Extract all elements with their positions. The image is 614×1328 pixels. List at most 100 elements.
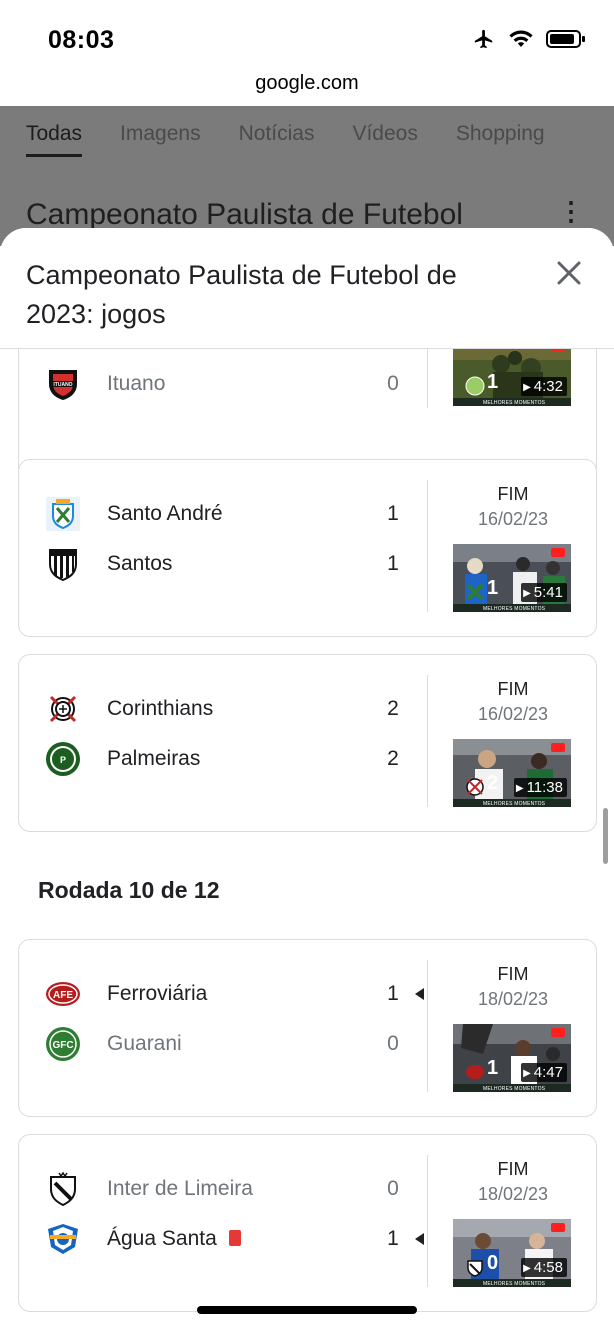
team-name: Água Santa <box>107 1227 241 1251</box>
ituano-logo: ITUANO <box>49 370 77 400</box>
match-card-corinthians-palmeiras[interactable]: Corinthians 2 P Palmeiras 2 FIM 16/02/23 <box>18 654 597 832</box>
video-caption-strip: MELHORES MOMENTOS <box>453 398 571 406</box>
match-card-santo-andre-santos[interactable]: Santo André 1 Santos 1 FIM 16/02/23 1 ▶ … <box>18 459 597 637</box>
youtube-icon <box>551 743 565 752</box>
status-icons <box>472 28 586 50</box>
agua-santa-logo <box>48 1224 78 1254</box>
team-mini-logo <box>466 583 484 601</box>
play-icon: ▶ <box>523 1263 531 1274</box>
video-caption-strip: MELHORES MOMENTOS <box>453 799 571 807</box>
video-duration: ▶ 4:47 <box>521 1063 567 1082</box>
red-card-icon <box>228 1230 241 1246</box>
guarani-logo: GFC <box>46 1027 80 1061</box>
video-thumbnail[interactable]: 1 ▶ 4:47 MELHORES MOMENTOS <box>453 1024 571 1092</box>
team-score: 0 <box>387 372 399 395</box>
ferroviaria-logo: AFE <box>46 982 80 1006</box>
match-card-ferroviaria-guarani[interactable]: AFE Ferroviária 1 GFC Guarani 0 FIM 18/0… <box>18 939 597 1117</box>
svg-text:P: P <box>60 755 66 765</box>
team-mini-logo <box>466 1065 484 1079</box>
match-date: 18/02/23 <box>477 989 549 1009</box>
team-score: 0 <box>387 1177 399 1200</box>
winner-indicator-icon <box>415 1233 424 1245</box>
video-caption-strip: MELHORES MOMENTOS <box>453 1279 571 1287</box>
youtube-icon <box>551 349 565 351</box>
team-name: Santo André <box>107 502 223 525</box>
team-row: AFE Ferroviária 1 <box>19 969 429 1019</box>
video-duration: ▶ 5:41 <box>521 583 567 602</box>
team-name: Ferroviária <box>107 982 208 1005</box>
wifi-icon <box>509 30 533 47</box>
team-score: 2 <box>387 697 399 720</box>
matches-list: ITUANO Ituano 0 1 ▶ 4:32 MELHORES MOMENT… <box>0 349 614 1328</box>
team-name: Santos <box>107 552 173 575</box>
team-name: Corinthians <box>107 697 214 720</box>
team-name: Inter de Limeira <box>107 1177 253 1200</box>
tab-noticias[interactable]: Notícias <box>239 122 315 157</box>
tab-videos[interactable]: Vídeos <box>352 122 417 157</box>
status-bar: 08:03 google.com <box>0 0 614 94</box>
youtube-icon <box>551 548 565 557</box>
match-card-inter-limeira-agua-santa[interactable]: Inter de Limeira 0 Água Santa 1 FIM 18/0… <box>18 1134 597 1312</box>
team-row: ITUANO Ituano 0 <box>19 359 429 409</box>
team-row: Inter de Limeira 0 <box>19 1164 429 1214</box>
more-options-icon[interactable]: ⋮ <box>558 198 584 224</box>
close-icon[interactable] <box>554 258 584 288</box>
round-heading: Rodada 10 de 12 <box>38 877 220 903</box>
scrollbar-thumb[interactable] <box>603 808 608 864</box>
corinthians-logo <box>49 695 77 723</box>
team-score: 2 <box>387 747 399 770</box>
airplane-icon <box>474 29 493 49</box>
url-bar[interactable]: google.com <box>0 72 614 95</box>
video-thumbnail[interactable]: 0 ▶ 4:58 MELHORES MOMENTOS <box>453 1219 571 1287</box>
search-tabs: Todas Imagens Notícias Vídeos Shopping <box>26 122 545 157</box>
team-row: Corinthians 2 <box>19 684 429 734</box>
youtube-icon <box>551 1223 565 1232</box>
tab-shopping[interactable]: Shopping <box>456 122 545 157</box>
divider <box>427 349 428 408</box>
tab-imagens[interactable]: Imagens <box>120 122 201 157</box>
video-score: 1 <box>487 1057 499 1079</box>
team-name: Ituano <box>107 372 166 395</box>
tab-todas[interactable]: Todas <box>26 122 83 157</box>
play-icon: ▶ <box>523 588 531 599</box>
match-status: FIM 16/02/23 <box>428 677 598 727</box>
team-score: 0 <box>387 1032 399 1055</box>
video-thumbnail[interactable]: 1 ▶ 5:41 MELHORES MOMENTOS <box>453 544 571 612</box>
team-row: P Palmeiras 2 <box>19 734 429 784</box>
match-status: FIM 18/02/23 <box>428 962 598 1012</box>
status-text: FIM <box>497 484 529 504</box>
video-thumbnail[interactable]: 2 ▶ 11:38 MELHORES MOMENTOS <box>453 739 571 807</box>
match-date: 18/02/23 <box>477 1184 549 1204</box>
team-score: 1 <box>387 982 399 1005</box>
winner-indicator-icon <box>415 988 424 1000</box>
status-text: FIM <box>497 679 529 699</box>
team-score: 1 <box>387 1227 399 1250</box>
match-date: 16/02/23 <box>477 509 549 529</box>
battery-icon <box>546 30 585 48</box>
match-status: FIM 16/02/23 <box>428 482 598 532</box>
match-status: FIM 18/02/23 <box>428 1157 598 1207</box>
matches-sheet: Campeonato Paulista de Futebol de 2023: … <box>0 228 614 1328</box>
match-date: 16/02/23 <box>477 704 549 724</box>
team-mini-logo <box>466 778 484 796</box>
team-name: Guarani <box>107 1032 182 1055</box>
team-row: Santo André 1 <box>19 489 429 539</box>
video-score: 2 <box>487 772 499 794</box>
svg-text:ITUANO: ITUANO <box>53 382 72 388</box>
dimmed-search-page: Todas Imagens Notícias Vídeos Shopping C… <box>0 106 614 246</box>
status-text: FIM <box>497 1159 529 1179</box>
palmeiras-logo: P <box>46 742 80 776</box>
team-row: GFC Guarani 0 <box>19 1019 429 1069</box>
sheet-title: Campeonato Paulista de Futebol de 2023: … <box>26 260 457 329</box>
video-caption-strip: MELHORES MOMENTOS <box>453 1084 571 1092</box>
video-thumbnail[interactable]: 1 ▶ 4:32 MELHORES MOMENTOS <box>453 349 571 406</box>
team-score: 1 <box>387 502 399 525</box>
play-icon: ▶ <box>523 382 531 393</box>
svg-text:AFE: AFE <box>53 990 73 1001</box>
video-caption-strip: MELHORES MOMENTOS <box>453 604 571 612</box>
youtube-icon <box>551 1028 565 1037</box>
home-indicator[interactable] <box>197 1306 417 1314</box>
team-row: Água Santa 1 <box>19 1214 429 1264</box>
video-duration: ▶ 11:38 <box>513 778 567 797</box>
video-duration: ▶ 4:32 <box>521 377 567 396</box>
